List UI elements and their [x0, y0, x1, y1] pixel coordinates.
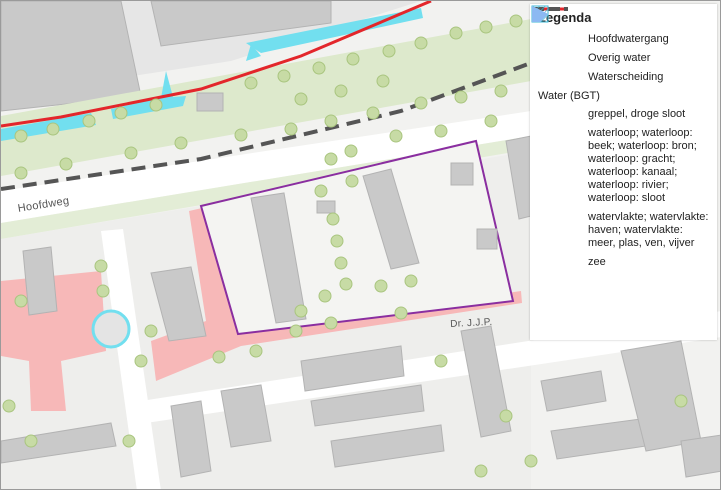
building	[196, 92, 224, 112]
legend-item-zee: zee	[532, 6, 709, 269]
legend-label: waterloop; waterloop: beek; waterloop: b…	[588, 127, 697, 204]
legend-section-title: Water (BGT)	[538, 90, 600, 102]
pond	[91, 309, 131, 349]
legend-label: Hoofdwatergang	[588, 33, 669, 45]
legend-label: Waterscheiding	[588, 71, 664, 83]
legend-label: watervlakte; watervlakte: haven; watervl…	[588, 211, 709, 249]
street-label-dr: Dr. J.J.P.	[450, 316, 493, 330]
building	[450, 162, 474, 186]
building	[476, 228, 498, 250]
legend-item-waterloop: waterloop; waterloop: beek; waterloop: b…	[532, 6, 709, 205]
building	[316, 200, 336, 214]
legend-label: Overig water	[588, 52, 651, 64]
legend-item-hoofdwatergang: Hoofdwatergang	[532, 7, 709, 46]
legend-item-waterscheiding: Waterscheiding	[532, 7, 709, 84]
map-view[interactable]: Hoofdweg Dr. J.J.P. Legenda Hoofdwaterga…	[0, 0, 721, 490]
blue-polygon-icon	[532, 6, 548, 22]
legend-panel: Legenda Hoofdwatergang Overig water Wate…	[530, 4, 717, 340]
legend-item-watervlakte: watervlakte; watervlakte: haven; watervl…	[532, 6, 709, 250]
legend-item-greppel: greppel, droge sloot	[531, 5, 709, 121]
legend-label: zee	[588, 256, 606, 268]
legend-label: greppel, droge sloot	[588, 108, 686, 120]
legend-item-overig-water: Overig water	[532, 6, 709, 65]
building	[22, 246, 58, 316]
